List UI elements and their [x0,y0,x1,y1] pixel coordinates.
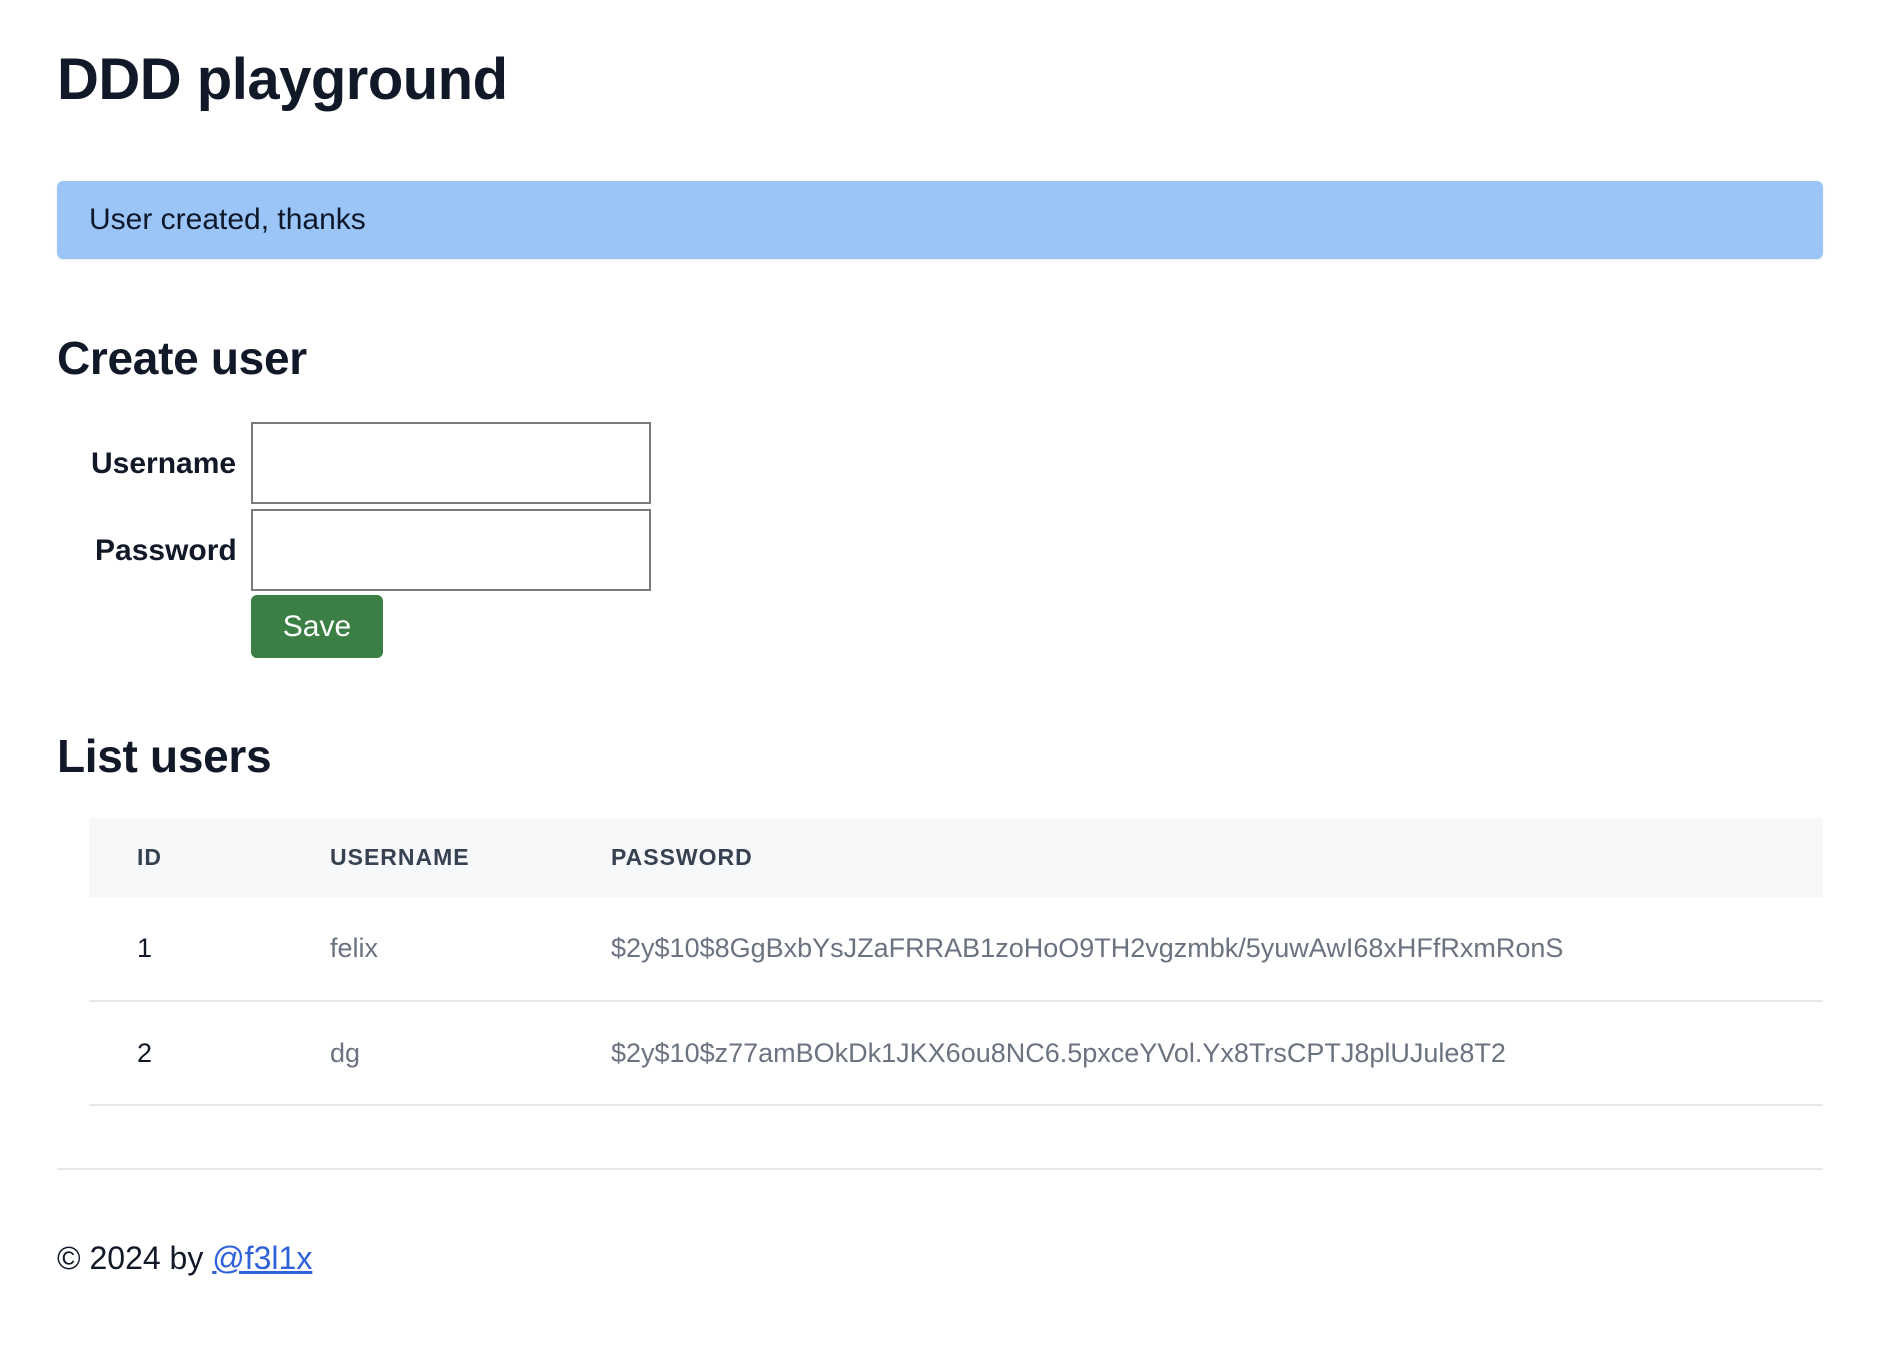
username-label: Username [91,447,237,480]
page: DDD playground User created, thanks Crea… [0,0,1880,1350]
footer: © 2024 by @f3l1x [57,1236,312,1280]
list-users-heading: List users [57,730,272,782]
cell-id: 1 [137,933,153,963]
users-table: ID USERNAME PASSWORD 1 felix $2y$10$8GgB… [89,818,1823,1106]
footer-divider [57,1168,1823,1170]
cell-password: $2y$10$8GgBxbYsJZaFRRAB1zoHoO9TH2vgzmbk/… [611,933,1564,963]
cell-username: felix [330,933,379,963]
password-label: Password [95,534,237,567]
column-header-password: PASSWORD [611,844,753,870]
table-row: 2 dg $2y$10$z77amBOkDk1JKX6ou8NC6.5pxceY… [89,1001,1823,1105]
table-header-row: ID USERNAME PASSWORD [89,818,1823,897]
table-body: 1 felix $2y$10$8GgBxbYsJZaFRRAB1zoHoO9TH… [89,897,1823,1105]
column-header-id: ID [137,844,162,870]
cell-id: 2 [137,1037,153,1068]
table-row: 1 felix $2y$10$8GgBxbYsJZaFRRAB1zoHoO9TH… [89,897,1823,1001]
cell-password: $2y$10$z77amBOkDk1JKX6ou8NC6.5pxceYVol.Y… [611,1037,1506,1068]
password-input[interactable] [251,509,651,591]
page-title: DDD playground [57,47,508,112]
cell-username: dg [330,1037,361,1068]
create-user-heading: Create user [57,332,307,384]
table-header: ID USERNAME PASSWORD [89,818,1823,897]
column-header-username: USERNAME [330,844,470,870]
save-button[interactable]: Save [251,595,383,658]
footer-copyright: © 2024 by [57,1240,213,1276]
alert-message: User created, thanks [89,203,366,236]
success-alert: User created, thanks [57,181,1823,259]
author-link[interactable]: @f3l1x [212,1240,312,1276]
username-input[interactable] [251,422,651,504]
